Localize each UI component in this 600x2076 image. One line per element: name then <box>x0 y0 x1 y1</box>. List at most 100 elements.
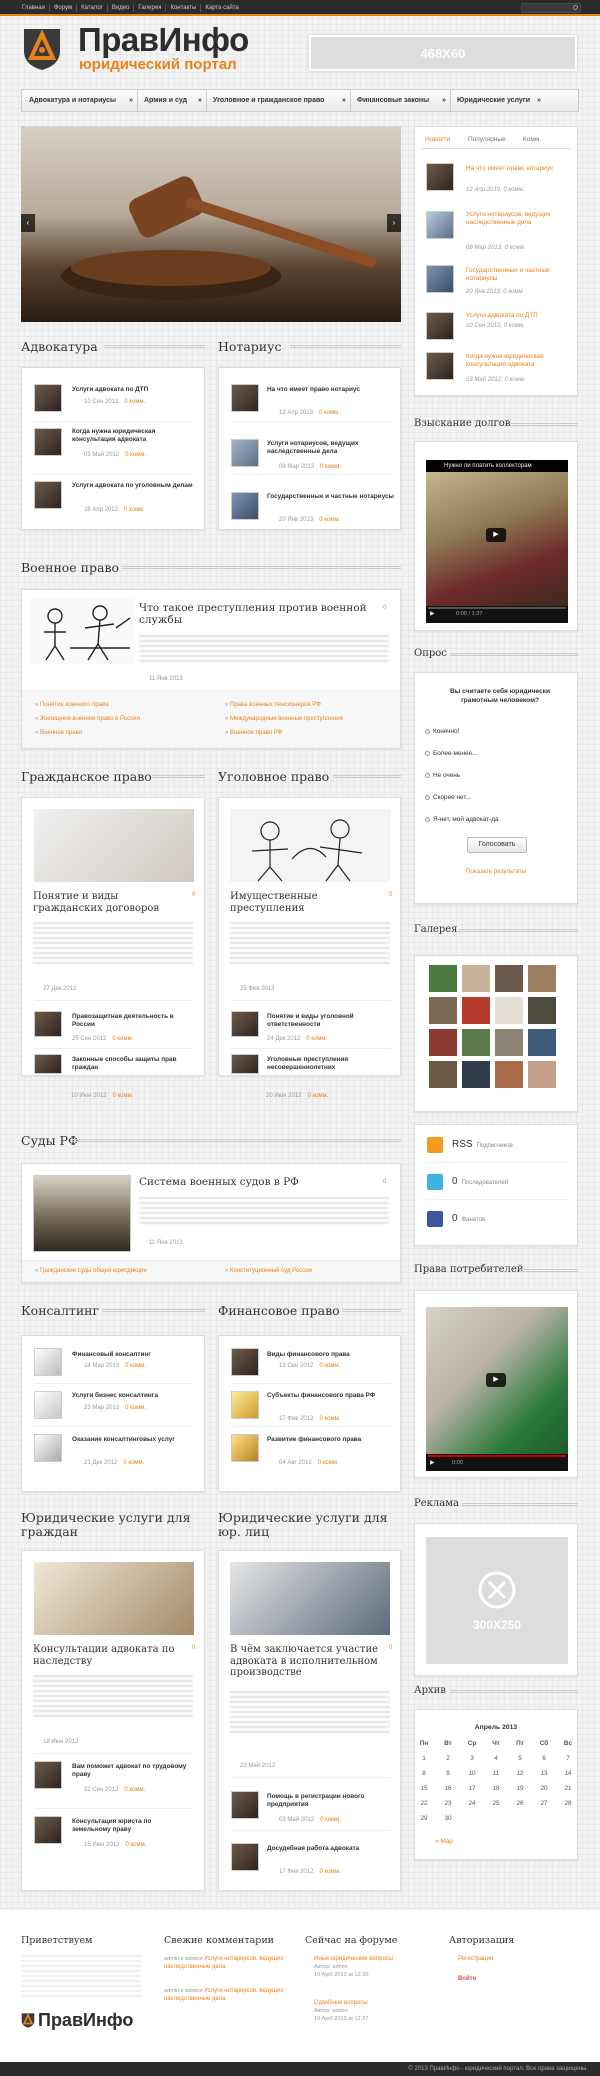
item-title[interactable]: Когда нужна юридическая консультация адв… <box>72 428 200 444</box>
court-image-icon[interactable] <box>33 1175 131 1252</box>
gallery-photo[interactable] <box>494 1028 524 1057</box>
thumb-image-icon[interactable] <box>231 1791 259 1819</box>
feature-title[interactable]: Имущественные преступления <box>230 891 370 914</box>
link-item[interactable]: Военное право <box>35 730 82 736</box>
thumb-image-icon[interactable] <box>231 1434 259 1462</box>
comment-count[interactable]: 0 <box>192 1645 195 1651</box>
item-title[interactable]: Услуги адвоката по ДТП <box>72 386 200 394</box>
item-title[interactable]: Развитие финансового права <box>267 1436 377 1444</box>
section-title-finance[interactable]: Финансовое право <box>218 1304 340 1318</box>
thumb-image-icon[interactable] <box>231 384 259 412</box>
item-title[interactable]: Оказание консалтинговых услуг <box>72 1436 182 1444</box>
feature-title[interactable]: Система военных судов в РФ <box>139 1176 379 1189</box>
item-title[interactable]: Законные способы защиты прав граждан <box>72 1056 182 1072</box>
thumb-image-icon[interactable] <box>231 1391 259 1419</box>
calendar-prev-link[interactable]: « Мар <box>435 1838 453 1845</box>
top-nav-sitemap[interactable]: Карта сайта <box>201 4 242 12</box>
thumb-image-icon[interactable] <box>231 492 259 520</box>
footer-logo-icon[interactable] <box>21 2011 35 2029</box>
video-title[interactable]: Нужно ли платить коллекторам <box>426 460 568 472</box>
meeting-image-icon[interactable] <box>230 1562 390 1635</box>
thumb-image-icon[interactable] <box>231 1054 259 1074</box>
slider-next-icon[interactable]: › <box>387 214 401 232</box>
thumb-image-icon[interactable] <box>426 211 454 239</box>
gallery-photo[interactable] <box>527 964 557 993</box>
search-icon[interactable] <box>573 5 578 10</box>
section-title-advokatura[interactable]: Адвокатура <box>21 340 98 354</box>
section-title-services-citizens[interactable]: Юридические услуги для граждан <box>21 1511 206 1539</box>
facebook-counter[interactable]: 0 Фанатов <box>452 1213 485 1224</box>
news-item-title[interactable]: Услуги нотариусов, ведущих наследственны… <box>466 211 570 227</box>
poll-option[interactable]: Я-нет, мой адвокат-да <box>425 816 499 823</box>
item-title[interactable]: Услуги адвоката по уголовным делам <box>72 482 200 490</box>
comment-count[interactable]: 0 <box>389 1645 392 1651</box>
top-nav-gallery[interactable]: Галерея <box>134 4 167 12</box>
top-nav-contacts[interactable]: Контакты <box>166 4 202 12</box>
top-nav-home[interactable]: Главная <box>18 4 50 12</box>
item-title[interactable]: Понятие и виды уголовной ответственности <box>267 1013 385 1029</box>
nav-finance[interactable]: Финансовые законы <box>357 90 429 111</box>
criminal-cartoon-icon[interactable] <box>230 809 390 882</box>
nav-advokatura[interactable]: Адвокатура и нотариусы <box>29 90 116 111</box>
section-title-notarius[interactable]: Нотариус <box>218 340 281 354</box>
nav-services[interactable]: Юридические услуги <box>457 90 530 111</box>
gallery-photo[interactable] <box>428 1028 458 1057</box>
gallery-photo[interactable] <box>527 1028 557 1057</box>
item-title[interactable]: Правозащитная деятельность в России <box>72 1013 182 1029</box>
document-image-icon[interactable] <box>34 1562 194 1635</box>
thumb-image-icon[interactable] <box>426 352 454 380</box>
thumb-image-icon[interactable] <box>231 439 259 467</box>
nav-criminal-civil[interactable]: Уголовное и гражданское право <box>213 90 324 111</box>
poll-option[interactable]: Не очень <box>425 772 460 779</box>
poll-option[interactable]: Конечно! <box>425 728 459 735</box>
top-banner-ad[interactable]: 468X60 <box>309 35 577 71</box>
section-title-military[interactable]: Военное право <box>21 561 119 575</box>
show-results-link[interactable]: Показать результаты <box>415 868 577 875</box>
gallery-photo[interactable] <box>461 1028 491 1057</box>
item-title[interactable]: Уголовные преступления несовершеннолетни… <box>267 1056 385 1072</box>
gallery-photo[interactable] <box>494 964 524 993</box>
section-title-courts[interactable]: Суды РФ <box>21 1134 78 1148</box>
forum-topic-link[interactable]: Судебные вопросы <box>314 1999 368 2007</box>
slider-prev-icon[interactable]: ‹ <box>21 214 35 232</box>
thumb-image-icon[interactable] <box>34 1816 62 1844</box>
thumb-image-icon[interactable] <box>34 1761 62 1789</box>
thumb-image-icon[interactable] <box>231 1348 259 1376</box>
gallery-photo[interactable] <box>428 996 458 1025</box>
item-title[interactable]: Помощь в регистрации нового предприятия <box>267 1793 385 1809</box>
twitter-counter[interactable]: 0 Последователей <box>452 1176 508 1187</box>
tab-popular[interactable]: Популярные <box>468 136 506 143</box>
feature-title[interactable]: Консультации адвоката по наследству <box>33 1644 183 1667</box>
link-item[interactable]: Гражданские суды общей юрисдикции <box>35 1268 147 1274</box>
news-item-title[interactable]: Когда нужна юридическая консультация адв… <box>466 353 570 369</box>
thumb-image-icon[interactable] <box>231 1843 259 1871</box>
gallery-photo[interactable] <box>428 964 458 993</box>
gallery-photo[interactable] <box>494 996 524 1025</box>
video-progress[interactable] <box>428 607 566 609</box>
thumb-image-icon[interactable] <box>34 1054 62 1074</box>
play-small-icon[interactable]: ▶ <box>430 1459 435 1466</box>
item-title[interactable]: Вам поможет адвокат по трудовому праву <box>72 1763 190 1779</box>
top-nav-video[interactable]: Видео <box>108 4 135 12</box>
thumb-image-icon[interactable] <box>426 163 454 191</box>
news-item-title[interactable]: Услуги адвоката по ДТП <box>466 312 566 320</box>
rss-icon[interactable] <box>427 1137 443 1153</box>
thumb-image-icon[interactable] <box>34 428 62 456</box>
play-icon[interactable]: ▶ <box>486 1373 506 1387</box>
video-player[interactable]: ▶ ▶ 0:00 <box>426 1307 568 1471</box>
gallery-photo[interactable] <box>527 996 557 1025</box>
featured-slider[interactable]: ‹ › <box>21 126 401 322</box>
twitter-icon[interactable] <box>427 1174 443 1190</box>
tab-news[interactable]: Новости <box>425 136 450 143</box>
section-title-criminal[interactable]: Уголовное право <box>218 770 329 784</box>
video-player[interactable]: Нужно ли платить коллекторам ▶ ▶ 0:00 / … <box>426 460 568 623</box>
thumb-image-icon[interactable] <box>34 1011 62 1037</box>
top-nav-forum[interactable]: Форум <box>50 4 78 12</box>
logo-title[interactable]: ПравИнфо <box>78 22 249 58</box>
section-title-consulting[interactable]: Консалтинг <box>21 1304 99 1318</box>
thumb-image-icon[interactable] <box>34 384 62 412</box>
gallery-photo[interactable] <box>494 1060 524 1089</box>
military-cartoon-icon[interactable] <box>30 598 134 664</box>
play-small-icon[interactable]: ▶ <box>430 610 435 617</box>
comment-count[interactable]: 0 <box>383 605 386 611</box>
